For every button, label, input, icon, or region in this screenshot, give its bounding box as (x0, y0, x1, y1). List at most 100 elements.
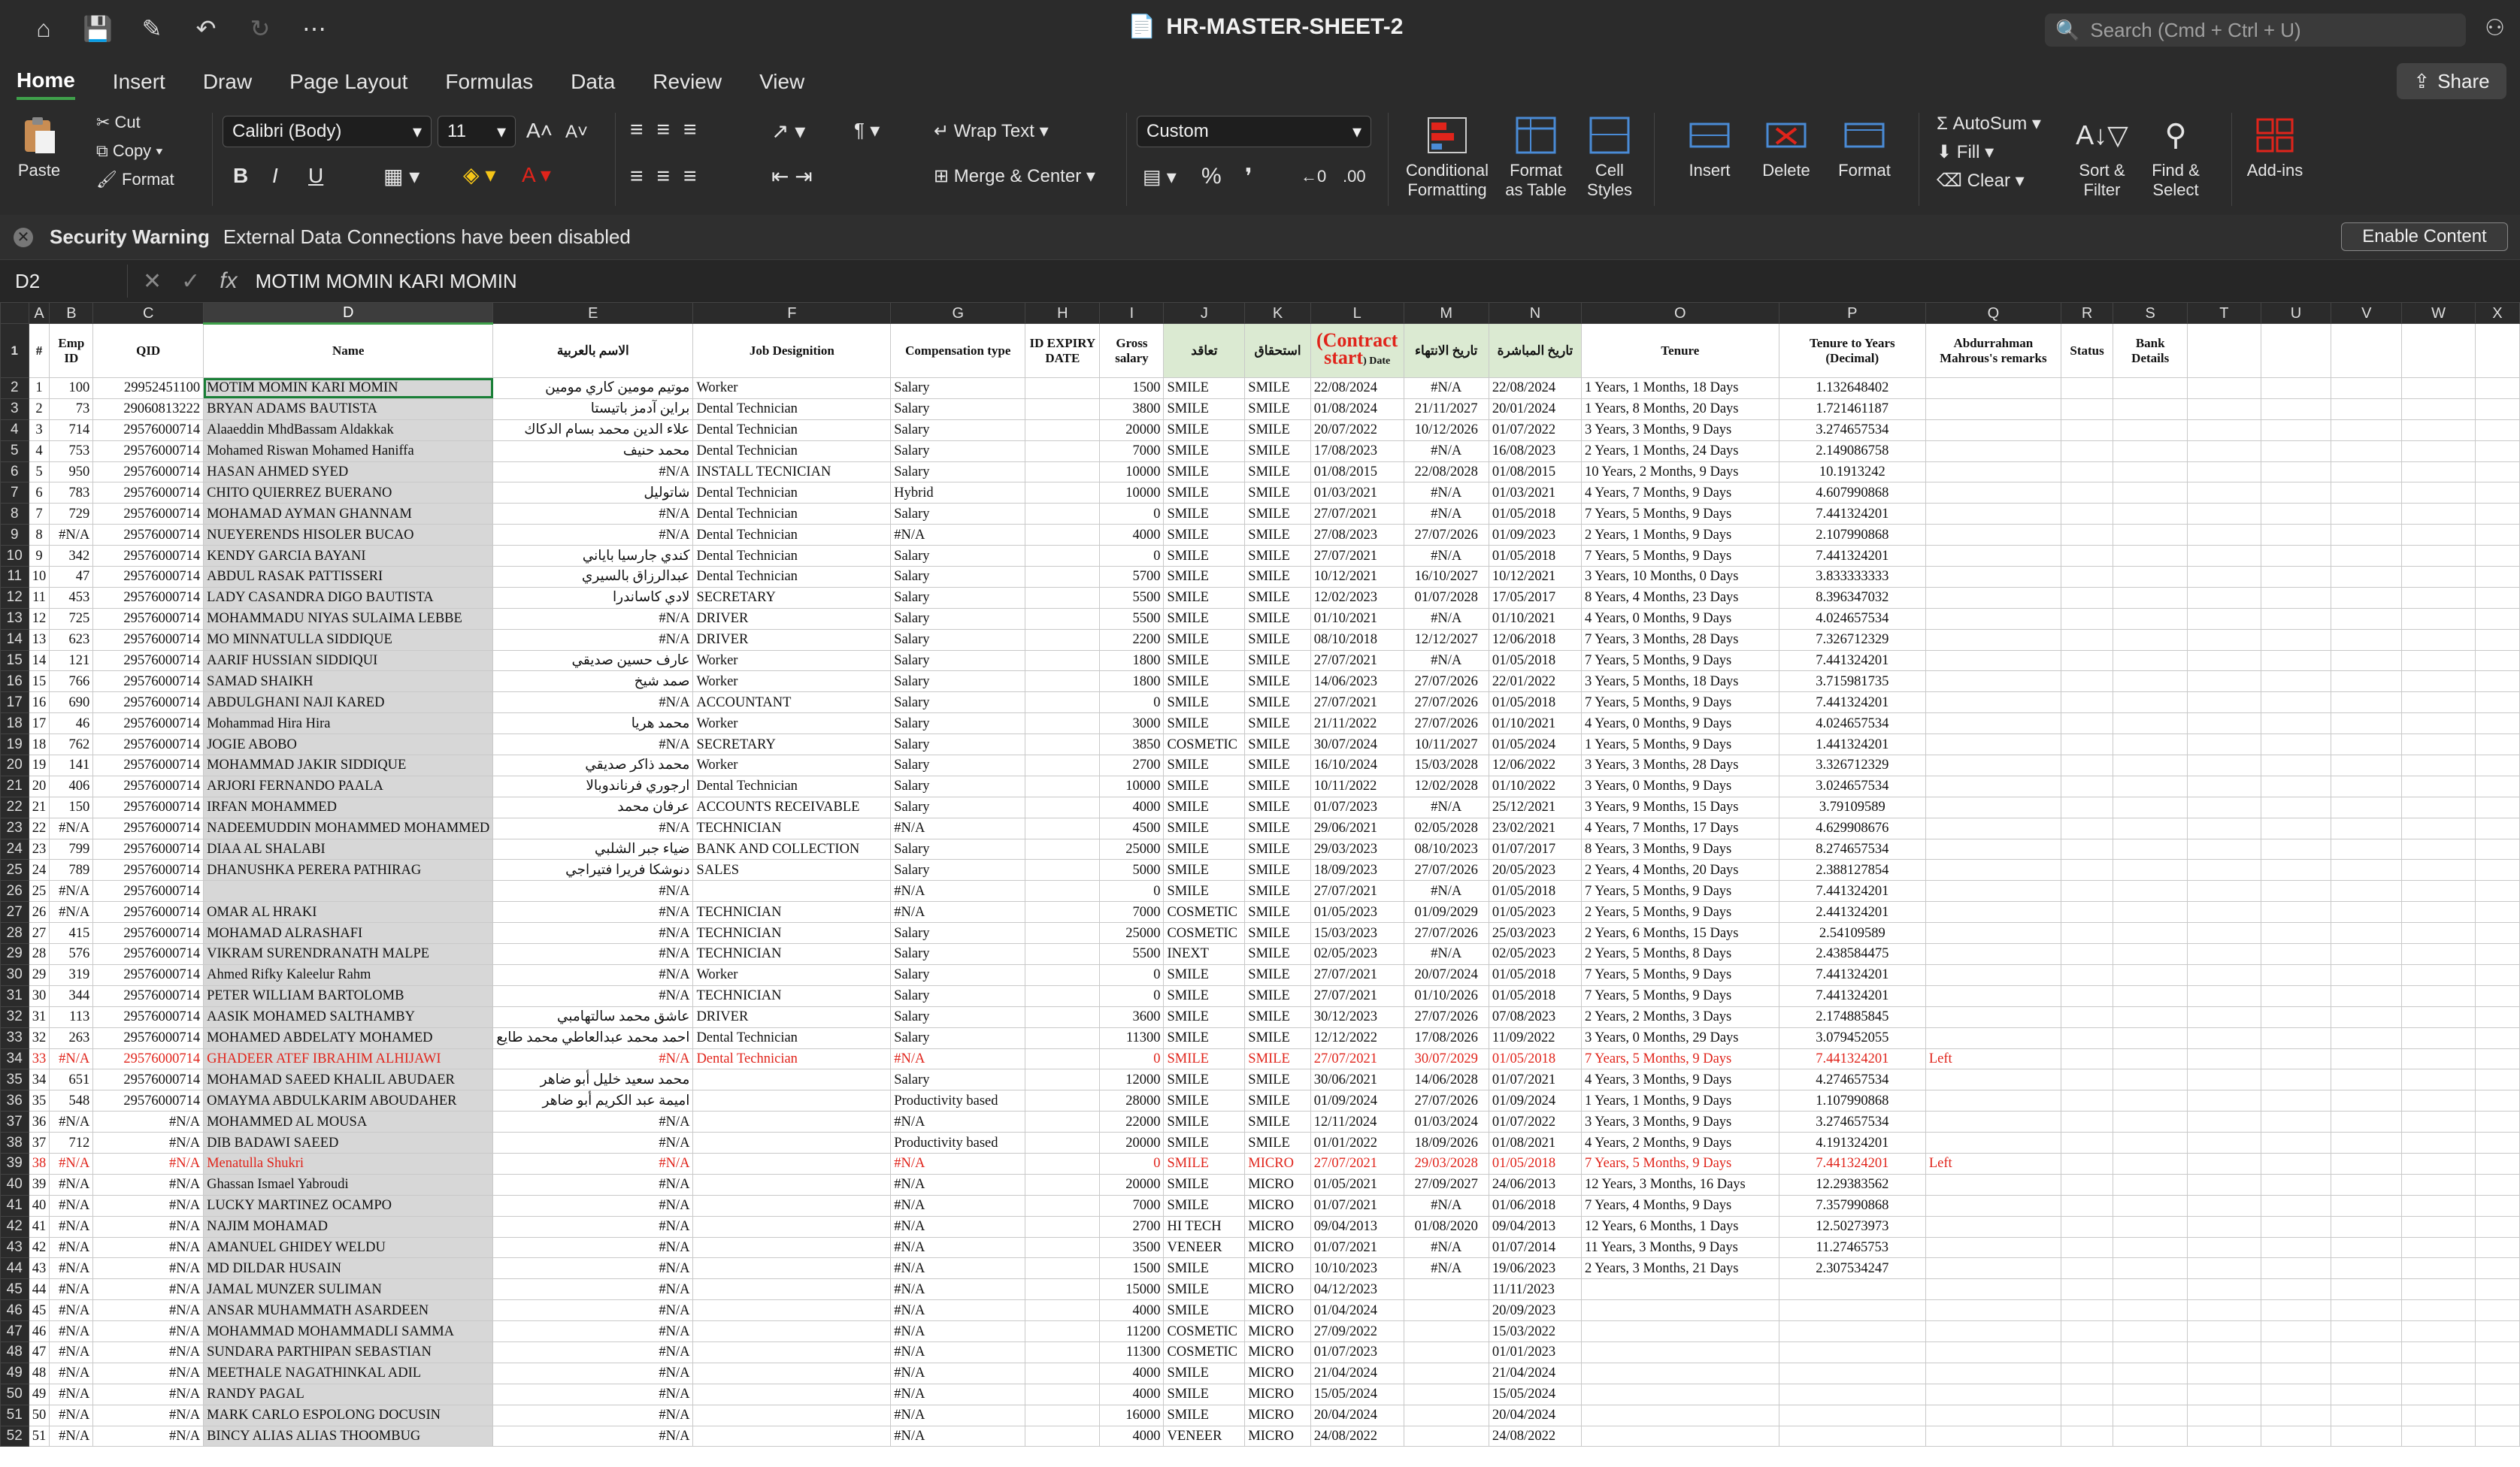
cell[interactable]: MICRO (1244, 1404, 1311, 1426)
cell[interactable] (1925, 377, 2061, 399)
cell[interactable] (2060, 1425, 2114, 1447)
cell[interactable] (1025, 607, 1101, 630)
cell[interactable]: #N/A (890, 1320, 1026, 1342)
empty-cell[interactable] (2331, 1132, 2403, 1154)
cell[interactable]: 29576000714 (92, 775, 204, 797)
cell[interactable]: علاء الدين محمد بسام الدكاك (492, 419, 694, 441)
cell[interactable]: 2.438584475 (1778, 943, 1926, 965)
cell[interactable]: 319 (49, 963, 94, 986)
empty-cell[interactable] (2187, 1362, 2261, 1384)
cell[interactable]: Salary (890, 985, 1026, 1007)
cell[interactable]: #N/A (49, 1425, 94, 1447)
cell[interactable]: 2 Years, 6 Months, 15 Days (1580, 922, 1779, 945)
cell[interactable]: 7.441324201 (1778, 1152, 1926, 1175)
cell[interactable]: #N/A (492, 1383, 694, 1405)
cell[interactable] (2113, 545, 2188, 567)
cell[interactable] (1025, 838, 1101, 861)
cell[interactable]: 29576000714 (92, 440, 204, 462)
cell[interactable]: 43 (28, 1257, 50, 1280)
cell[interactable]: #N/A (492, 1362, 694, 1384)
cell[interactable]: 7.441324201 (1778, 963, 1926, 986)
cell[interactable]: 3600 (1099, 1006, 1165, 1028)
cell[interactable]: 29576000714 (92, 461, 204, 483)
cell[interactable]: 7000 (1099, 901, 1165, 924)
cell[interactable]: 29576000714 (92, 901, 204, 924)
close-icon[interactable]: ✕ (14, 227, 33, 247)
row-header[interactable]: 10 (0, 545, 29, 567)
cell[interactable]: 10/10/2023 (1310, 1257, 1404, 1280)
cell[interactable]: 7 Years, 5 Months, 9 Days (1580, 963, 1779, 986)
cell[interactable]: #N/A (1403, 482, 1489, 504)
cell[interactable]: 04/12/2023 (1310, 1278, 1404, 1301)
cell[interactable]: 15/03/2022 (1488, 1320, 1582, 1342)
cell[interactable]: 01/09/2024 (1488, 1090, 1582, 1112)
row-header[interactable]: 3 (0, 398, 29, 420)
cell[interactable]: Dental Technician (692, 566, 892, 588)
cell[interactable]: 0 (1099, 880, 1165, 903)
cell[interactable] (2113, 1132, 2188, 1154)
cell[interactable]: HI TECH (1163, 1215, 1246, 1238)
cell[interactable] (2113, 607, 2188, 630)
empty-cell[interactable] (2331, 1362, 2403, 1384)
cell[interactable]: 24/06/2013 (1488, 1173, 1582, 1196)
cell[interactable] (2113, 775, 2188, 797)
empty-cell[interactable] (2331, 323, 2403, 378)
empty-cell[interactable] (2401, 649, 2476, 672)
column-header[interactable]: B (49, 302, 94, 324)
empty-cell[interactable] (2401, 1383, 2476, 1405)
empty-cell[interactable] (2401, 859, 2476, 882)
empty-cell[interactable] (2187, 1194, 2261, 1217)
tab-review[interactable]: Review (653, 65, 722, 98)
cell[interactable]: 6 (28, 482, 50, 504)
header-cell[interactable]: Compensation type (890, 323, 1026, 378)
cell[interactable]: محمد ذاكر صديقي (492, 755, 694, 776)
empty-cell[interactable] (2401, 796, 2476, 818)
empty-cell[interactable] (2331, 817, 2403, 839)
cell[interactable]: 1 Years, 5 Months, 9 Days (1580, 734, 1779, 756)
cell[interactable] (1025, 1278, 1101, 1301)
cell[interactable]: 39 (28, 1173, 50, 1196)
cell[interactable] (692, 1320, 892, 1342)
cell[interactable]: Productivity based (890, 1132, 1026, 1154)
cell[interactable]: 121 (49, 649, 94, 672)
empty-cell[interactable] (2260, 419, 2332, 441)
cell[interactable]: 2.441324201 (1778, 901, 1926, 924)
cell[interactable]: 623 (49, 628, 94, 651)
empty-cell[interactable] (2331, 1090, 2403, 1112)
cell[interactable]: 29576000714 (92, 1069, 204, 1091)
row-header[interactable]: 16 (0, 670, 29, 693)
cell[interactable]: ARJORI FERNANDO PAALA (203, 775, 494, 797)
cell[interactable] (1025, 901, 1101, 924)
cell[interactable]: 4 Years, 2 Months, 9 Days (1580, 1132, 1779, 1154)
cell[interactable] (2113, 838, 2188, 861)
cell[interactable]: 20/07/2024 (1403, 963, 1489, 986)
cell[interactable]: 2 Years, 1 Months, 24 Days (1580, 440, 1779, 462)
cell[interactable]: #N/A (1403, 649, 1489, 672)
cell[interactable]: 5500 (1099, 943, 1165, 965)
cell[interactable]: 22/08/2024 (1310, 377, 1404, 399)
empty-cell[interactable] (2260, 691, 2332, 714)
cell[interactable]: 342 (49, 545, 94, 567)
cell[interactable]: Salary (890, 859, 1026, 882)
cell[interactable]: 37 (28, 1132, 50, 1154)
empty-cell[interactable] (2474, 817, 2520, 839)
cell[interactable]: 725 (49, 607, 94, 630)
cell[interactable]: 4000 (1099, 796, 1165, 818)
empty-cell[interactable] (2401, 1341, 2476, 1363)
cell[interactable]: SMILE (1163, 419, 1246, 441)
cell[interactable]: 27/07/2021 (1310, 963, 1404, 986)
empty-cell[interactable] (2474, 796, 2520, 818)
empty-cell[interactable] (2474, 1194, 2520, 1217)
cell[interactable]: 15000 (1099, 1278, 1165, 1301)
empty-cell[interactable] (2331, 1152, 2403, 1175)
empty-cell[interactable] (2187, 963, 2261, 986)
cell[interactable]: Salary (890, 734, 1026, 756)
cell[interactable] (1925, 734, 2061, 756)
cell[interactable]: LADY CASANDRA DIGO BAUTISTA (203, 586, 494, 609)
cell[interactable]: 7 Years, 5 Months, 9 Days (1580, 1152, 1779, 1175)
cell[interactable]: #N/A (890, 1152, 1026, 1175)
cell[interactable]: JOGIE ABOBO (203, 734, 494, 756)
cell[interactable]: #N/A (890, 1194, 1026, 1217)
cell[interactable]: CHITO QUIERREZ BUERANO (203, 482, 494, 504)
empty-cell[interactable] (2474, 461, 2520, 483)
